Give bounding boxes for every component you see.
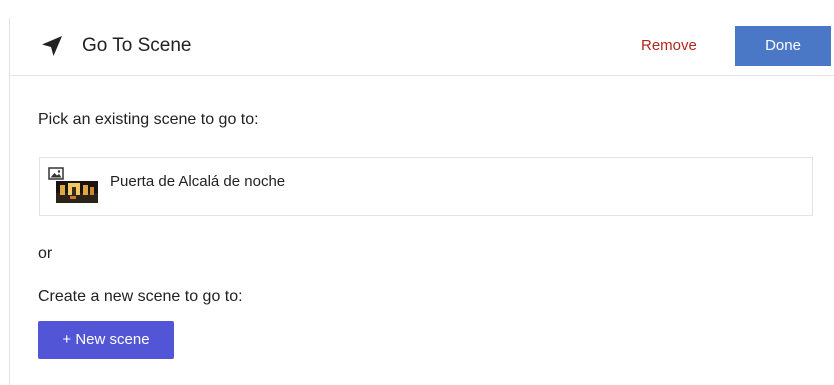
new-scene-button[interactable]: + New scene [38,321,174,359]
scene-list-item[interactable]: Puerta de Alcalá de noche [40,158,812,215]
existing-scene-prompt: Pick an existing scene to go to: [38,111,259,128]
create-scene-prompt: Create a new scene to go to: [38,288,243,305]
go-to-scene-dialog: Go To Scene Remove Done Pick an existing… [0,0,834,385]
scene-list: Puerta de Alcalá de noche [39,157,813,216]
scene-name: Puerta de Alcalá de noche [110,173,286,190]
or-separator: or [38,245,53,262]
image-placeholder-icon [48,167,64,180]
scene-thumbnail [48,167,98,203]
done-button[interactable]: Done [735,26,831,66]
dialog-header: Go To Scene Remove Done [10,18,834,76]
remove-button[interactable]: Remove [641,36,697,56]
dialog-title: Go To Scene [82,35,192,56]
navigation-arrow-icon [42,36,62,56]
